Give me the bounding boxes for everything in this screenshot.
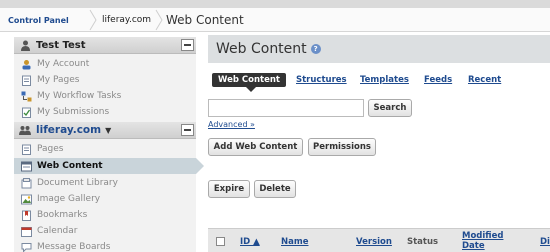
portlet-header: Web Content ? — [208, 35, 550, 63]
image-gallery-icon — [20, 193, 32, 205]
main-content: Web Content ? Web Content Structures Tem… — [208, 35, 550, 252]
pages-icon — [20, 143, 32, 155]
sidebar-item-label: Pages — [37, 144, 64, 154]
sidebar-item-label: My Pages — [37, 75, 80, 85]
column-header-modified-line1: Modified — [462, 231, 504, 241]
search-input[interactable] — [208, 99, 364, 117]
sidebar: Test Test My Account My Pages My Workflo… — [14, 37, 204, 252]
permissions-button[interactable]: Permissions — [308, 138, 376, 156]
column-header-id[interactable]: ID ▲ — [240, 237, 260, 247]
community-icon — [18, 123, 32, 137]
tab-structures[interactable]: Structures — [296, 75, 347, 85]
submissions-icon — [20, 106, 32, 118]
column-header-name[interactable]: Name — [281, 237, 308, 247]
sidebar-item-label: Document Library — [37, 178, 118, 188]
user-panel-title: Test Test — [36, 39, 86, 51]
breadcrumb-control-panel[interactable]: Control Panel — [8, 8, 69, 32]
tab-web-content[interactable]: Web Content — [212, 73, 286, 92]
column-header-version[interactable]: Version — [356, 237, 392, 247]
calendar-icon — [20, 225, 32, 237]
sidebar-item-label: My Workflow Tasks — [37, 91, 122, 101]
sidebar-item-calendar[interactable]: Calendar — [14, 223, 196, 239]
column-header-modified-line2: Date — [462, 241, 485, 251]
user-icon — [18, 38, 32, 52]
message-boards-icon — [20, 241, 32, 252]
sidebar-item-my-account[interactable]: My Account — [14, 56, 196, 72]
expire-button[interactable]: Expire — [208, 180, 250, 198]
tab-bar: Web Content Structures Templates Feeds R… — [208, 71, 550, 92]
search-button[interactable]: Search — [368, 99, 412, 117]
top-strip — [0, 0, 550, 8]
sidebar-item-pages[interactable]: Pages — [14, 141, 196, 157]
add-web-content-button[interactable]: Add Web Content — [208, 138, 303, 156]
advanced-search-link[interactable]: Advanced » — [208, 120, 255, 129]
sidebar-item-document-library[interactable]: Document Library — [14, 175, 196, 191]
sidebar-item-my-submissions[interactable]: My Submissions — [14, 104, 196, 120]
breadcrumb-separator-icon — [154, 8, 164, 32]
sidebar-item-label: Message Boards — [37, 242, 111, 252]
workflow-icon — [20, 90, 32, 102]
breadcrumb-separator-icon — [88, 8, 98, 32]
sidebar-item-label: Calendar — [37, 226, 78, 236]
site-panel-title: liferay.com — [36, 124, 102, 136]
pages-icon — [20, 74, 32, 86]
account-icon — [20, 58, 32, 70]
sidebar-item-label: Bookmarks — [37, 210, 88, 220]
column-header-modified-date[interactable]: Modified Date — [462, 231, 503, 251]
sidebar-item-web-content[interactable]: Web Content — [14, 158, 204, 174]
document-library-icon — [20, 177, 32, 189]
collapse-site-panel-button[interactable] — [181, 124, 194, 136]
select-all-checkbox[interactable] — [216, 237, 225, 246]
breadcrumb-site[interactable]: liferay.com — [102, 8, 151, 32]
chevron-down-icon[interactable]: ▼ — [105, 126, 111, 135]
sidebar-item-label: Image Gallery — [37, 194, 101, 204]
sidebar-item-label: My Account — [37, 59, 90, 69]
bookmarks-icon — [20, 209, 32, 221]
sidebar-item-bookmarks[interactable]: Bookmarks — [14, 207, 196, 223]
tab-recent[interactable]: Recent — [468, 75, 501, 85]
sidebar-item-label: My Submissions — [37, 107, 110, 117]
sidebar-item-my-workflow-tasks[interactable]: My Workflow Tasks — [14, 88, 196, 104]
column-header-status: Status — [407, 237, 439, 247]
breadcrumb: Control Panel liferay.com Web Content — [0, 0, 550, 32]
web-content-icon — [20, 160, 32, 172]
table-header-row: ID ▲ Name Version Status Modified Date D… — [208, 228, 550, 252]
sidebar-item-my-pages[interactable]: My Pages — [14, 72, 196, 88]
tab-templates[interactable]: Templates — [360, 75, 409, 85]
page-title: Web Content — [216, 41, 307, 57]
sidebar-item-image-gallery[interactable]: Image Gallery — [14, 191, 196, 207]
tab-feeds[interactable]: Feeds — [424, 75, 452, 85]
collapse-user-panel-button[interactable] — [181, 39, 194, 51]
breadcrumb-current: Web Content — [166, 13, 244, 27]
help-icon[interactable]: ? — [310, 44, 321, 54]
sidebar-item-message-boards[interactable]: Message Boards — [14, 239, 196, 252]
sidebar-item-label: Web Content — [37, 161, 103, 171]
delete-button[interactable]: Delete — [254, 180, 296, 198]
column-header-display-date[interactable]: Di — [540, 237, 550, 247]
user-panel-header[interactable]: Test Test — [14, 37, 196, 54]
site-panel-header[interactable]: liferay.com ▼ — [14, 122, 196, 139]
